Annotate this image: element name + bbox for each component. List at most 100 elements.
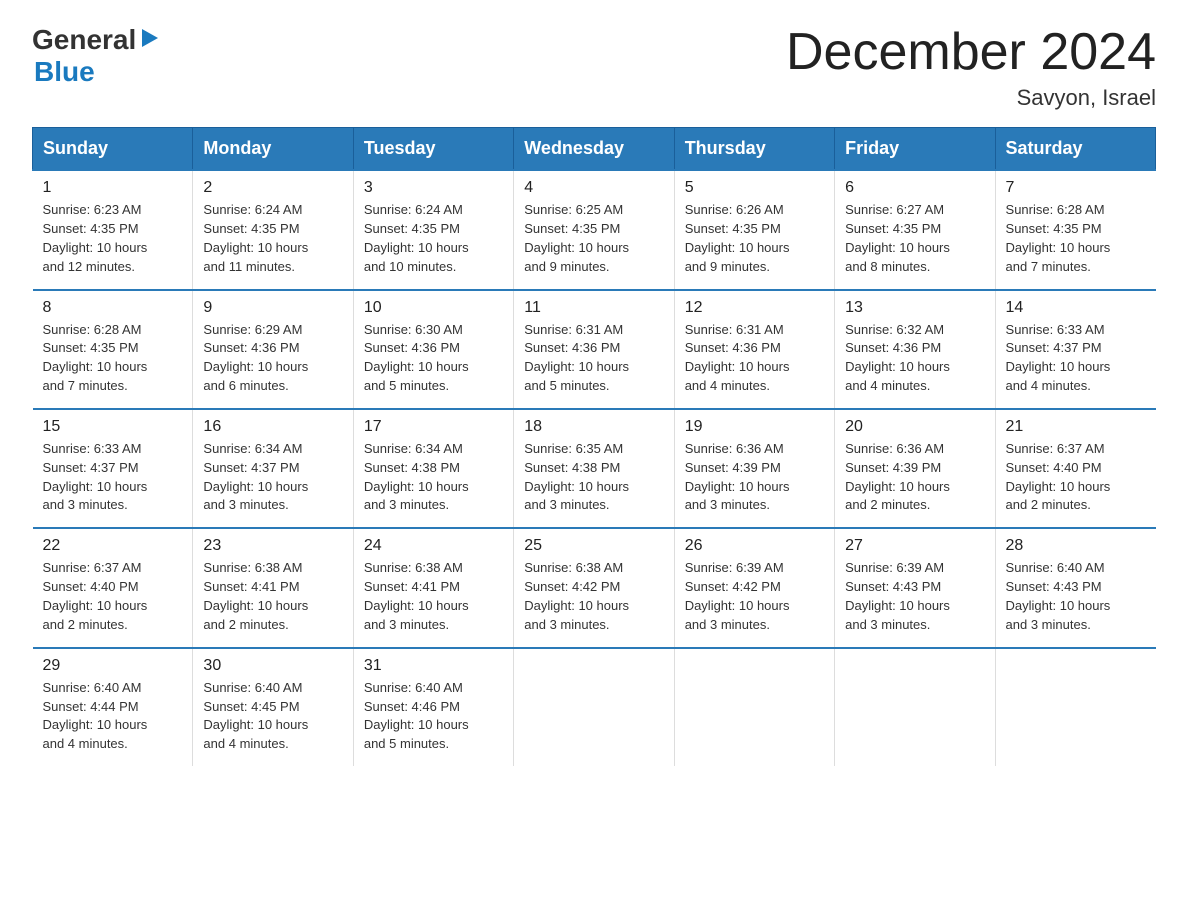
day-number: 23	[203, 537, 342, 555]
day-info: Sunrise: 6:34 AM Sunset: 4:38 PM Dayligh…	[364, 440, 503, 515]
day-number: 1	[43, 179, 183, 197]
calendar-cell: 13 Sunrise: 6:32 AM Sunset: 4:36 PM Dayl…	[835, 290, 995, 409]
logo-arrow-icon	[138, 27, 160, 49]
calendar-cell: 15 Sunrise: 6:33 AM Sunset: 4:37 PM Dayl…	[33, 409, 193, 528]
day-number: 6	[845, 179, 984, 197]
day-header-wednesday: Wednesday	[514, 128, 674, 171]
day-number: 20	[845, 418, 984, 436]
day-number: 27	[845, 537, 984, 555]
calendar-cell: 1 Sunrise: 6:23 AM Sunset: 4:35 PM Dayli…	[33, 170, 193, 289]
day-number: 10	[364, 299, 503, 317]
day-number: 14	[1006, 299, 1146, 317]
calendar-cell: 18 Sunrise: 6:35 AM Sunset: 4:38 PM Dayl…	[514, 409, 674, 528]
calendar-cell: 4 Sunrise: 6:25 AM Sunset: 4:35 PM Dayli…	[514, 170, 674, 289]
day-header-monday: Monday	[193, 128, 353, 171]
day-info: Sunrise: 6:35 AM Sunset: 4:38 PM Dayligh…	[524, 440, 663, 515]
logo-general-text: General	[32, 24, 136, 56]
calendar-cell: 23 Sunrise: 6:38 AM Sunset: 4:41 PM Dayl…	[193, 528, 353, 647]
calendar-subtitle: Savyon, Israel	[786, 85, 1156, 111]
day-number: 19	[685, 418, 824, 436]
day-number: 25	[524, 537, 663, 555]
day-info: Sunrise: 6:37 AM Sunset: 4:40 PM Dayligh…	[1006, 440, 1146, 515]
day-info: Sunrise: 6:32 AM Sunset: 4:36 PM Dayligh…	[845, 321, 984, 396]
calendar-cell	[514, 648, 674, 766]
calendar-cell	[835, 648, 995, 766]
day-info: Sunrise: 6:31 AM Sunset: 4:36 PM Dayligh…	[685, 321, 824, 396]
day-number: 28	[1006, 537, 1146, 555]
day-info: Sunrise: 6:23 AM Sunset: 4:35 PM Dayligh…	[43, 201, 183, 276]
day-number: 13	[845, 299, 984, 317]
day-header-friday: Friday	[835, 128, 995, 171]
day-header-thursday: Thursday	[674, 128, 834, 171]
day-info: Sunrise: 6:38 AM Sunset: 4:41 PM Dayligh…	[203, 559, 342, 634]
page-header: General Blue December 2024 Savyon, Israe…	[32, 24, 1156, 111]
day-info: Sunrise: 6:36 AM Sunset: 4:39 PM Dayligh…	[685, 440, 824, 515]
day-info: Sunrise: 6:40 AM Sunset: 4:44 PM Dayligh…	[43, 679, 183, 754]
day-info: Sunrise: 6:24 AM Sunset: 4:35 PM Dayligh…	[203, 201, 342, 276]
days-header-row: SundayMondayTuesdayWednesdayThursdayFrid…	[33, 128, 1156, 171]
logo: General Blue	[32, 24, 160, 88]
calendar-table: SundayMondayTuesdayWednesdayThursdayFrid…	[32, 127, 1156, 766]
calendar-cell: 3 Sunrise: 6:24 AM Sunset: 4:35 PM Dayli…	[353, 170, 513, 289]
day-number: 29	[43, 657, 183, 675]
day-info: Sunrise: 6:38 AM Sunset: 4:42 PM Dayligh…	[524, 559, 663, 634]
day-number: 8	[43, 299, 183, 317]
day-info: Sunrise: 6:34 AM Sunset: 4:37 PM Dayligh…	[203, 440, 342, 515]
day-info: Sunrise: 6:40 AM Sunset: 4:46 PM Dayligh…	[364, 679, 503, 754]
calendar-cell: 26 Sunrise: 6:39 AM Sunset: 4:42 PM Dayl…	[674, 528, 834, 647]
day-number: 12	[685, 299, 824, 317]
calendar-cell: 7 Sunrise: 6:28 AM Sunset: 4:35 PM Dayli…	[995, 170, 1155, 289]
calendar-week-row: 29 Sunrise: 6:40 AM Sunset: 4:44 PM Dayl…	[33, 648, 1156, 766]
day-info: Sunrise: 6:38 AM Sunset: 4:41 PM Dayligh…	[364, 559, 503, 634]
day-number: 7	[1006, 179, 1146, 197]
day-number: 26	[685, 537, 824, 555]
calendar-cell: 21 Sunrise: 6:37 AM Sunset: 4:40 PM Dayl…	[995, 409, 1155, 528]
calendar-cell: 11 Sunrise: 6:31 AM Sunset: 4:36 PM Dayl…	[514, 290, 674, 409]
day-header-sunday: Sunday	[33, 128, 193, 171]
day-number: 18	[524, 418, 663, 436]
calendar-cell: 14 Sunrise: 6:33 AM Sunset: 4:37 PM Dayl…	[995, 290, 1155, 409]
day-number: 3	[364, 179, 503, 197]
day-info: Sunrise: 6:28 AM Sunset: 4:35 PM Dayligh…	[43, 321, 183, 396]
calendar-cell: 28 Sunrise: 6:40 AM Sunset: 4:43 PM Dayl…	[995, 528, 1155, 647]
day-number: 4	[524, 179, 663, 197]
calendar-cell: 30 Sunrise: 6:40 AM Sunset: 4:45 PM Dayl…	[193, 648, 353, 766]
day-number: 16	[203, 418, 342, 436]
day-info: Sunrise: 6:40 AM Sunset: 4:43 PM Dayligh…	[1006, 559, 1146, 634]
calendar-week-row: 8 Sunrise: 6:28 AM Sunset: 4:35 PM Dayli…	[33, 290, 1156, 409]
calendar-cell: 24 Sunrise: 6:38 AM Sunset: 4:41 PM Dayl…	[353, 528, 513, 647]
calendar-cell: 29 Sunrise: 6:40 AM Sunset: 4:44 PM Dayl…	[33, 648, 193, 766]
day-info: Sunrise: 6:31 AM Sunset: 4:36 PM Dayligh…	[524, 321, 663, 396]
title-block: December 2024 Savyon, Israel	[786, 24, 1156, 111]
calendar-cell: 19 Sunrise: 6:36 AM Sunset: 4:39 PM Dayl…	[674, 409, 834, 528]
day-info: Sunrise: 6:29 AM Sunset: 4:36 PM Dayligh…	[203, 321, 342, 396]
day-number: 31	[364, 657, 503, 675]
day-info: Sunrise: 6:33 AM Sunset: 4:37 PM Dayligh…	[43, 440, 183, 515]
calendar-cell: 10 Sunrise: 6:30 AM Sunset: 4:36 PM Dayl…	[353, 290, 513, 409]
calendar-cell: 5 Sunrise: 6:26 AM Sunset: 4:35 PM Dayli…	[674, 170, 834, 289]
calendar-title: December 2024	[786, 24, 1156, 81]
day-header-tuesday: Tuesday	[353, 128, 513, 171]
day-info: Sunrise: 6:27 AM Sunset: 4:35 PM Dayligh…	[845, 201, 984, 276]
calendar-cell: 8 Sunrise: 6:28 AM Sunset: 4:35 PM Dayli…	[33, 290, 193, 409]
day-number: 2	[203, 179, 342, 197]
calendar-week-row: 15 Sunrise: 6:33 AM Sunset: 4:37 PM Dayl…	[33, 409, 1156, 528]
calendar-cell: 9 Sunrise: 6:29 AM Sunset: 4:36 PM Dayli…	[193, 290, 353, 409]
calendar-cell: 12 Sunrise: 6:31 AM Sunset: 4:36 PM Dayl…	[674, 290, 834, 409]
calendar-cell	[995, 648, 1155, 766]
logo-blue-text: Blue	[34, 56, 160, 88]
calendar-cell: 31 Sunrise: 6:40 AM Sunset: 4:46 PM Dayl…	[353, 648, 513, 766]
day-info: Sunrise: 6:36 AM Sunset: 4:39 PM Dayligh…	[845, 440, 984, 515]
day-number: 22	[43, 537, 183, 555]
day-info: Sunrise: 6:26 AM Sunset: 4:35 PM Dayligh…	[685, 201, 824, 276]
day-info: Sunrise: 6:28 AM Sunset: 4:35 PM Dayligh…	[1006, 201, 1146, 276]
day-info: Sunrise: 6:39 AM Sunset: 4:43 PM Dayligh…	[845, 559, 984, 634]
calendar-cell	[674, 648, 834, 766]
day-number: 30	[203, 657, 342, 675]
day-number: 11	[524, 299, 663, 317]
calendar-cell: 2 Sunrise: 6:24 AM Sunset: 4:35 PM Dayli…	[193, 170, 353, 289]
day-header-saturday: Saturday	[995, 128, 1155, 171]
day-info: Sunrise: 6:24 AM Sunset: 4:35 PM Dayligh…	[364, 201, 503, 276]
calendar-cell: 6 Sunrise: 6:27 AM Sunset: 4:35 PM Dayli…	[835, 170, 995, 289]
day-number: 21	[1006, 418, 1146, 436]
